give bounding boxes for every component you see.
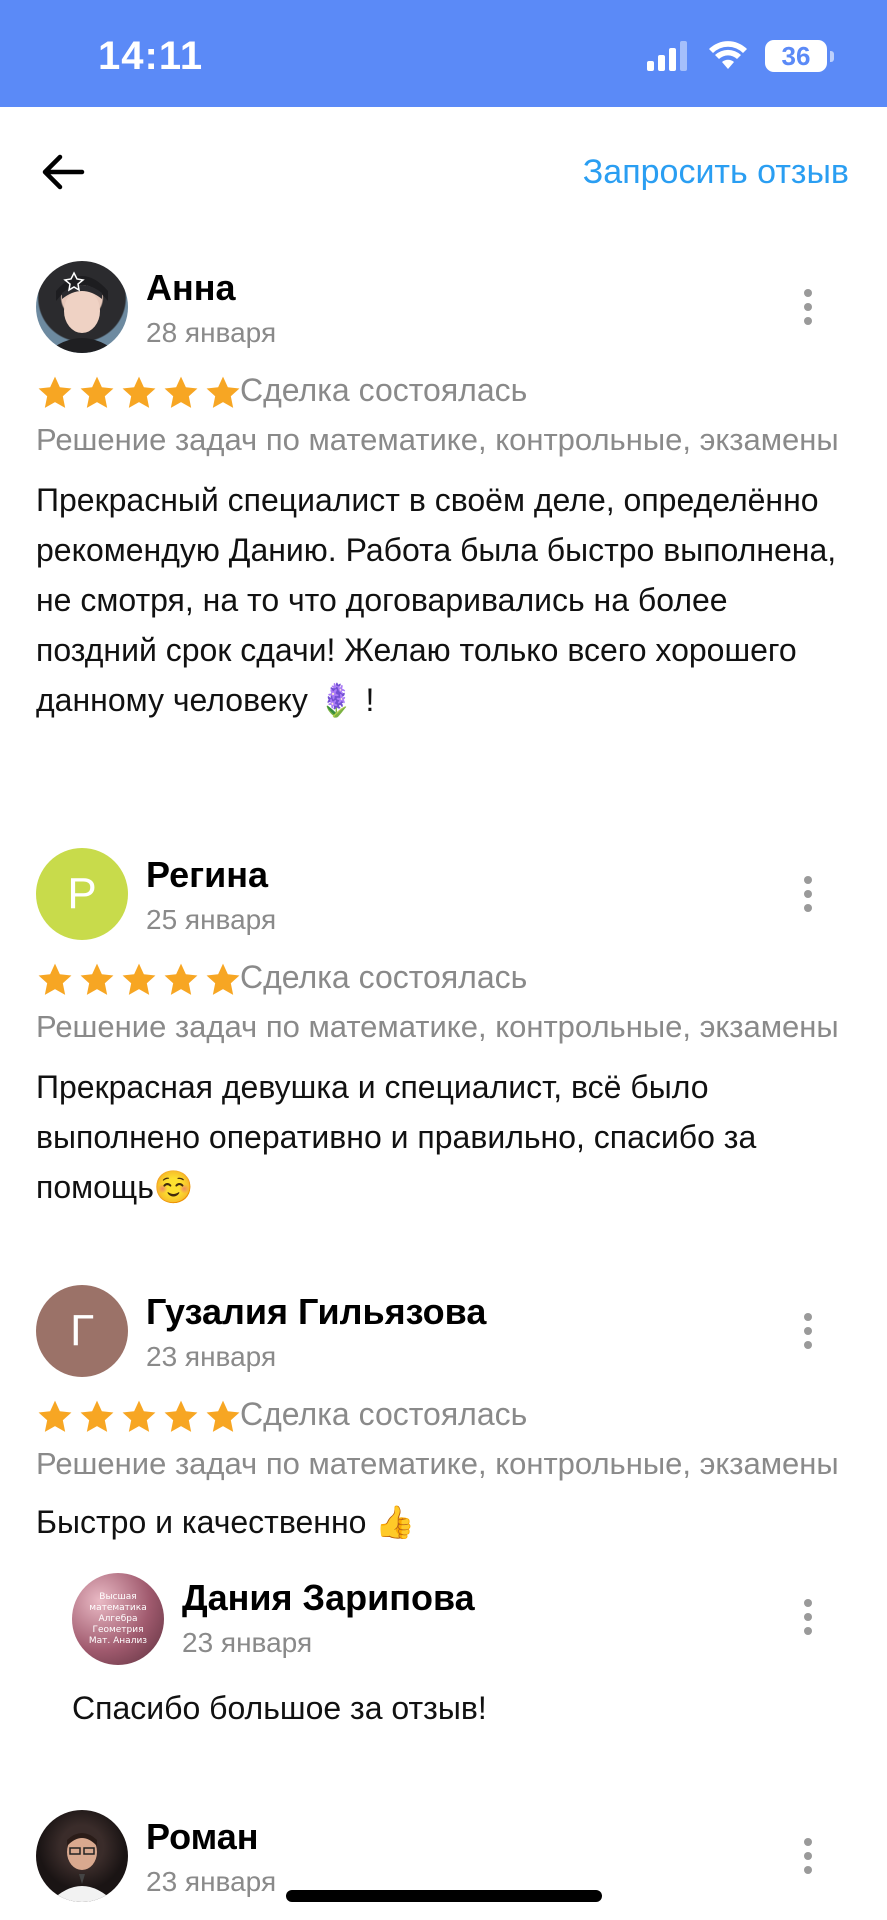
avatar-letter: Р (67, 869, 97, 918)
deal-status: Сделка состоялась (240, 372, 528, 408)
status-icons: 36 (647, 40, 834, 72)
service-name: Решение задач по математике, контрольные… (36, 422, 839, 457)
more-options-icon[interactable] (793, 1311, 823, 1351)
star-icon (80, 376, 114, 408)
star-icon (122, 1400, 156, 1432)
more-options-icon[interactable] (793, 1597, 823, 1637)
back-arrow-icon[interactable] (38, 147, 88, 197)
more-options-icon[interactable] (793, 1836, 823, 1876)
author-name: Роман (146, 1816, 259, 1857)
cellular-signal-icon (647, 41, 687, 71)
avatar-caption-line: Мат. Анализ (88, 1635, 148, 1646)
reply-date: 23 января (182, 1627, 313, 1658)
status-bar: 14:11 36 (0, 0, 887, 107)
star-icon (80, 963, 114, 995)
star-icon (80, 1400, 114, 1432)
review-date: 23 января (146, 1341, 277, 1372)
status-time: 14:11 (98, 34, 204, 78)
deal-status: Сделка состоялась (240, 1396, 528, 1432)
user-photo-icon (46, 271, 118, 353)
author-name: Анна (146, 267, 236, 308)
reply-avatar[interactable]: Высшая математика Алгебра Геометрия Мат.… (72, 1573, 164, 1665)
star-icon (164, 376, 198, 408)
review-text: Быстро и качественно 👍 (36, 1504, 416, 1540)
battery-indicator: 36 (765, 40, 834, 72)
top-bar: Запросить отзыв (0, 107, 887, 237)
avatar[interactable]: Г (36, 1285, 128, 1377)
avatar-letter: Г (70, 1306, 94, 1355)
review-text: Прекрасная девушка и специалист, всё был… (36, 1069, 757, 1205)
star-icon (164, 1400, 198, 1432)
rating-stars (36, 375, 242, 411)
service-name: Решение задач по математике, контрольные… (36, 1446, 839, 1481)
star-icon (38, 963, 72, 995)
home-indicator[interactable] (286, 1890, 602, 1902)
reply-author-name: Дания Зарипова (182, 1577, 475, 1618)
more-options-icon[interactable] (793, 287, 823, 327)
star-icon (206, 376, 240, 408)
battery-level: 36 (781, 40, 811, 71)
avatar-caption: Высшая математика Алгебра Геометрия Мат.… (72, 1592, 164, 1647)
star-icon (122, 963, 156, 995)
avatar-caption-line: Высшая математика (89, 1591, 147, 1613)
user-photo-icon (50, 1833, 114, 1902)
review-date: 25 января (146, 904, 277, 935)
rating-stars (36, 962, 242, 998)
star-icon (206, 1400, 240, 1432)
wifi-icon (709, 41, 747, 69)
service-name: Решение задач по математике, контрольные… (36, 1009, 839, 1044)
avatar[interactable]: Р (36, 848, 128, 940)
more-options-icon[interactable] (793, 874, 823, 914)
review-date: 28 января (146, 317, 277, 348)
star-icon (206, 963, 240, 995)
review-date: 23 января (146, 1866, 277, 1897)
review-text: Прекрасный специалист в своём деле, опре… (36, 482, 837, 718)
avatar-caption-line: Алгебра (98, 1613, 138, 1624)
request-review-button[interactable]: Запросить отзыв (583, 153, 849, 192)
reply-text: Спасибо большое за отзыв! (72, 1690, 487, 1726)
star-icon (122, 376, 156, 408)
star-icon (38, 1400, 72, 1432)
star-icon (38, 376, 72, 408)
deal-status: Сделка состоялась (240, 959, 528, 995)
avatar[interactable] (36, 261, 128, 353)
avatar-caption-line: Геометрия (92, 1624, 144, 1635)
star-icon (164, 963, 198, 995)
avatar[interactable] (36, 1810, 128, 1902)
author-name: Гузалия Гильязова (146, 1291, 487, 1332)
author-name: Регина (146, 854, 269, 895)
rating-stars (36, 1399, 242, 1435)
